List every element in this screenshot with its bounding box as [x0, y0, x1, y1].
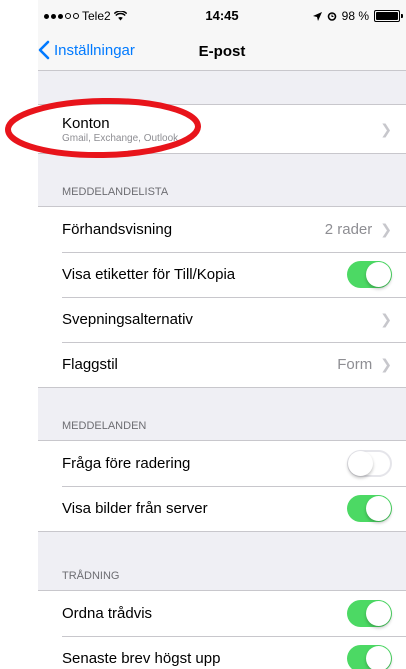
row-label: Flaggstil	[62, 356, 118, 373]
settings-screen: Tele2 14:45 98 % Inställningar E-post Ko…	[38, 0, 406, 669]
row-load-remote-images: Visa bilder från server	[38, 486, 406, 531]
section-header-threading: TRÅDNING	[62, 570, 120, 582]
row-show-to-cc-labels: Visa etiketter för Till/Kopia	[38, 252, 406, 297]
row-detail: 2 rader	[324, 221, 373, 238]
section-header-message-list: MEDDELANDELISTA	[62, 186, 169, 198]
chevron-right-icon: ❯	[380, 221, 392, 237]
status-right: 98 %	[312, 9, 403, 23]
accounts-group: Konton Gmail, Exchange, Outlook ❯	[38, 104, 406, 154]
alarm-icon	[327, 12, 336, 21]
location-arrow-icon	[312, 11, 322, 21]
battery-percent: 98 %	[341, 9, 369, 23]
organize-by-thread-toggle[interactable]	[347, 600, 392, 627]
row-detail: Form	[337, 356, 373, 373]
chevron-right-icon: ❯	[380, 311, 392, 327]
accounts-subtitle: Gmail, Exchange, Outlook	[62, 132, 179, 144]
show-to-cc-toggle[interactable]	[347, 261, 392, 288]
battery-icon	[374, 10, 403, 22]
row-label: Svepningsalternativ	[62, 311, 193, 328]
navigation-bar: Inställningar E-post	[38, 34, 406, 71]
row-label: Visa bilder från server	[62, 500, 208, 517]
page-title: E-post	[198, 43, 246, 60]
row-label: Fråga före radering	[62, 455, 191, 472]
row-flag-style[interactable]: Flaggstil Form ❯	[38, 342, 406, 387]
section-header-messages: MEDDELANDEN	[62, 420, 147, 432]
accounts-row[interactable]: Konton Gmail, Exchange, Outlook ❯	[38, 105, 406, 153]
threading-group: Ordna trådvis Senaste brev högst upp	[38, 590, 406, 669]
row-label: Visa etiketter för Till/Kopia	[62, 266, 236, 283]
row-label: Ordna trådvis	[62, 605, 153, 622]
chevron-right-icon: ❯	[380, 356, 392, 372]
message-list-group: Förhandsvisning 2 rader ❯ Visa etiketter…	[38, 206, 406, 388]
row-swipe-options[interactable]: Svepningsalternativ ❯	[38, 297, 406, 342]
status-bar: Tele2 14:45 98 %	[38, 0, 406, 34]
row-latest-on-top: Senaste brev högst upp	[38, 636, 406, 669]
accounts-label: Konton	[62, 114, 110, 132]
messages-group: Fråga före radering Visa bilder från ser…	[38, 440, 406, 532]
load-remote-images-toggle[interactable]	[347, 495, 392, 522]
row-label: Senaste brev högst upp	[62, 650, 221, 667]
row-ask-before-deleting: Fråga före radering	[38, 441, 406, 486]
ask-before-deleting-toggle[interactable]	[347, 450, 392, 477]
latest-on-top-toggle[interactable]	[347, 645, 392, 669]
chevron-right-icon: ❯	[380, 121, 392, 137]
row-preview[interactable]: Förhandsvisning 2 rader ❯	[38, 207, 406, 252]
row-organize-by-thread: Ordna trådvis	[38, 591, 406, 636]
row-label: Förhandsvisning	[62, 221, 173, 238]
